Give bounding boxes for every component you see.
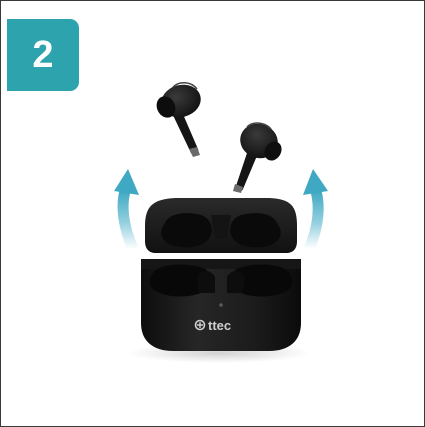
up-arrow-icon <box>114 169 139 252</box>
image-frame: 2 ttec <box>0 0 425 427</box>
earbud-right <box>233 122 282 193</box>
earbuds-case-illustration: ttec <box>114 82 328 363</box>
earbud-left <box>156 82 201 157</box>
brand-label: ttec <box>208 318 231 333</box>
up-arrow-icon <box>303 169 328 252</box>
charging-case: ttec <box>141 259 301 351</box>
indicator-light <box>219 303 223 307</box>
case-lid <box>145 198 297 253</box>
